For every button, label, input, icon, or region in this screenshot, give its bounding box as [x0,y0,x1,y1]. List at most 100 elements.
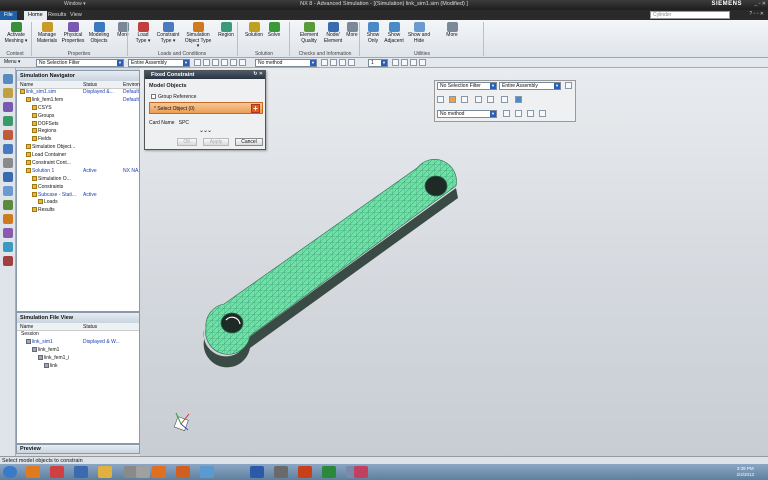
system-scenes-icon[interactable] [3,242,13,252]
cancel-button[interactable]: Cancel [235,138,263,146]
select-icon[interactable] [449,96,456,103]
modeling-objects-button[interactable]: Modeling Objects [86,22,112,44]
floating-snap-method-select[interactable]: No method ▼ [437,110,497,118]
move-icon[interactable] [527,110,534,117]
navigator-tree-row[interactable]: Subcase - Stati... Active [17,191,139,200]
firefox-icon[interactable] [26,466,40,478]
link-hole-right[interactable] [424,175,448,197]
navigator-tree-row[interactable]: Constraint Cont... [17,160,139,168]
body-icon[interactable] [487,96,494,103]
word-icon[interactable] [250,466,264,478]
box-select-icon[interactable] [475,96,482,103]
view-icon[interactable] [401,59,408,66]
show-and-hide-button[interactable]: Show and Hide [406,22,432,44]
filter-icon[interactable] [194,59,201,66]
orient-icon[interactable] [410,59,417,66]
explorer-icon[interactable] [98,466,112,478]
navigator-tree-row[interactable]: link_fem1.fem Default [17,96,139,105]
dialog-title-bar[interactable]: Fixed Constraint ↻ ✕ [145,71,265,79]
process-studio-icon[interactable] [3,214,13,224]
chrome-icon[interactable] [50,466,64,478]
face-icon[interactable] [212,59,219,66]
manufacturing-wizards-icon[interactable] [3,228,13,238]
column-environment[interactable]: Environ [123,82,140,88]
navigator-tree-row[interactable]: DOFSets [17,120,139,129]
line-icon[interactable] [539,110,546,117]
settings-icon[interactable] [565,82,572,89]
select-object-field[interactable]: * Select Object (0) + [149,102,263,114]
solution-button[interactable]: Solution [244,22,264,39]
file-view-row[interactable]: link_fem1_i [17,354,139,363]
select-icon[interactable] [203,59,210,66]
snap-icon[interactable] [503,110,510,117]
constraint-navigator-icon[interactable] [3,88,13,98]
tab-file[interactable]: File [0,11,17,20]
move-icon[interactable] [339,59,346,66]
assembly-navigator-icon[interactable] [3,74,13,84]
roles-icon[interactable] [3,186,13,196]
navigator-tree-row[interactable]: link_sim1.sim Displayed &... Default [17,89,139,97]
nx-icon[interactable] [152,466,166,478]
activate-meshing-button[interactable]: Activate Meshing ▾ [3,22,29,44]
show-adjacent-button[interactable]: Show Adjacent [384,22,404,44]
window-controls[interactable]: _ ▫ ✕ [754,1,766,7]
more-options-icon[interactable]: ⌄⌄⌄ [199,127,212,134]
column-status[interactable]: Status [83,82,97,88]
ok-button[interactable]: OK [177,138,197,146]
point-icon[interactable] [330,59,337,66]
app2-icon[interactable] [274,466,288,478]
model-objects-section[interactable]: Model Objects [149,83,187,89]
web-browser-icon[interactable] [3,144,13,154]
reuse-library-icon[interactable] [3,116,13,126]
layer-settings-icon[interactable] [392,59,399,66]
floating-selection-filter-select[interactable]: No Selection Filter ▼ [437,82,497,90]
app-icon[interactable] [136,466,150,478]
excel-icon[interactable] [322,466,336,478]
show-only-button[interactable]: Show Only [365,22,381,44]
floating-assembly-select[interactable]: Entire Assembly ▼ [499,82,561,90]
column-name[interactable]: Name [20,324,33,330]
column-status[interactable]: Status [83,324,97,330]
assembly-scope-select[interactable]: Entire Assembly ▼ [128,59,190,67]
body-icon[interactable] [221,59,228,66]
nx2-icon[interactable] [176,466,190,478]
menu-button[interactable]: Menu ▾ [2,59,32,67]
simulation-object-type-button[interactable]: Simulation Object Type ▾ [183,22,213,50]
region-button[interactable]: Region [217,22,235,39]
tab-view[interactable]: View [66,11,86,20]
session-row[interactable]: Session [17,331,139,339]
navigator-tree-row[interactable]: Results [17,207,139,215]
navigator-tree-row[interactable]: Load Container [17,152,139,160]
selection-filter-select[interactable]: No Selection Filter ▼ [36,59,124,67]
filter-icon[interactable] [437,96,444,103]
system-clock[interactable]: 3:39 PM 2/4/2013 [736,466,754,478]
file-view-row[interactable]: link [17,362,139,371]
snap-icon[interactable] [321,59,328,66]
feature-icon[interactable] [230,59,237,66]
powerpoint-icon[interactable] [298,466,312,478]
navigator-tree-row[interactable]: CSYS [17,104,139,113]
history-icon[interactable] [3,158,13,168]
document-window-controls[interactable]: ? ▫ ▫ ✕ [749,11,764,17]
paint-icon[interactable] [200,466,214,478]
navigator-tree-row[interactable]: Simulation Object... [17,144,139,152]
feature-icon[interactable] [501,96,508,103]
simulation-navigator-icon[interactable] [3,172,13,182]
load-type-button[interactable]: Load Type ▾ [134,22,152,44]
solve-button[interactable]: Solve [266,22,282,39]
manage-materials-button[interactable]: Manage Materials [35,22,59,44]
start-icon[interactable] [3,466,17,478]
apply-button[interactable]: Apply [203,138,229,146]
part-navigator-icon[interactable] [3,102,13,112]
node-element-button[interactable]: Node/ Element [322,22,344,44]
system-materials-icon[interactable] [3,200,13,210]
physical-properties-button[interactable]: Physical Properties [61,22,85,44]
media-player-icon[interactable] [74,466,88,478]
more-button[interactable]: More [345,22,359,39]
close-icon[interactable]: ↻ ✕ [253,71,263,77]
navigator-tree-row[interactable]: Solution 1 Active NX NA... [17,167,142,176]
component-icon[interactable] [515,96,522,103]
element-quality-button[interactable]: Element Quality [298,22,320,44]
navigator-tree-row[interactable]: Regions [17,128,139,136]
point-icon[interactable] [515,110,522,117]
